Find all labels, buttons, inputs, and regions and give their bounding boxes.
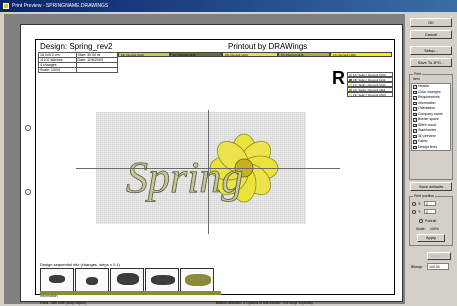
stitch-preview-icon [117, 273, 139, 285]
ok-button[interactable]: OK [410, 18, 452, 27]
item-label: Start/center [418, 128, 437, 132]
item-label: Color changes [418, 89, 441, 94]
scale-label: Scale: [416, 227, 426, 231]
thread-chip: 1D: Duncoli 1131 [170, 52, 222, 57]
orientation-letter: R [332, 68, 345, 88]
sequence-frame [40, 268, 74, 292]
radio-icon[interactable] [412, 210, 416, 214]
sequence-frames [40, 268, 215, 292]
checkbox-icon[interactable]: ✓ [413, 134, 417, 138]
print-frame: Design: Spring_rev2 Printout by DRAWings… [35, 39, 395, 305]
item-label: 3D preview [418, 133, 436, 138]
design-text: Spring [126, 153, 243, 202]
crosshair-vertical [208, 110, 209, 234]
footer-left-text: Extra - see note (hoop object) [40, 301, 87, 305]
save-defaults-button[interactable]: Save defaults [410, 182, 452, 191]
print-group-title: Print [413, 72, 423, 76]
thread-color-strip: 1E: Duncoli 1130 1D: Duncoli 1131 1B: Du… [118, 52, 392, 57]
sequence-label: Design sequential info (changes, steps x… [40, 262, 120, 267]
punch-hole-icon [25, 189, 31, 195]
save-to-jpg-button[interactable]: Save To JPG... [410, 58, 452, 67]
y-label: Y: [418, 210, 422, 214]
sequence-info: Information [40, 294, 58, 298]
checkbox-icon[interactable]: ✓ [413, 112, 417, 116]
x-label: X: [418, 202, 422, 206]
item-checkbox-row[interactable]: ✓ Design lines [412, 145, 450, 151]
info-cell: Scale: 100% [38, 67, 77, 73]
checkbox-icon[interactable]: ✓ [413, 140, 417, 144]
legend-label: 1E: Sulky | Duncoli 1000 [353, 93, 386, 97]
window-title: Print Preview - SPRINGNAME.DRAWINGS [12, 3, 109, 9]
sequence-frame [145, 268, 179, 292]
item-label: Stitch count [418, 122, 437, 127]
sequence-frame [75, 268, 109, 292]
preview-viewport[interactable]: Design: Spring_rev2 Printout by DRAWings… [4, 14, 405, 305]
checkbox-icon[interactable]: ✓ [413, 85, 417, 89]
stitch-preview-icon [49, 275, 65, 283]
punch-hole-icon [25, 125, 31, 131]
checkbox-icon[interactable]: ✓ [413, 96, 417, 100]
sequence-color-bar [40, 291, 221, 295]
bitmap-input[interactable]: 100.00 [427, 263, 449, 270]
bitmap-label: Bitmap: [411, 265, 423, 269]
checkbox-icon[interactable]: ✓ [413, 90, 417, 94]
design-info-table: 18.0x5.0 cm Start: 30.00 st 11102 stitch… [38, 52, 119, 73]
y-position-input[interactable]: 0 [424, 209, 436, 214]
item-label: Fabric [418, 139, 428, 143]
print-position-title: Print position [413, 194, 436, 198]
items-checklist: ✓ Header ✓ Color changes ✓ Requirements ✓ In… [411, 83, 451, 151]
footer-right-text: Bottom direction: 3 Options of this even… [216, 301, 314, 305]
zoom-button[interactable]: Zoom 1:1 [427, 252, 451, 260]
checkbox-icon[interactable]: ✓ [413, 107, 417, 111]
item-label: Border space [418, 117, 439, 121]
thread-chip: 1C: Duncoli 1116 [278, 52, 330, 57]
info-cell [75, 67, 119, 73]
stitch-preview-icon [185, 274, 211, 286]
checkbox-icon[interactable]: ✓ [413, 145, 417, 149]
title-bar: Print Preview - SPRINGNAME.DRAWINGS [0, 0, 457, 12]
printout-title: Printout by DRAWings [228, 42, 308, 51]
design-title: Design: Spring_rev2 [40, 42, 113, 51]
stitch-preview-icon [86, 277, 98, 285]
sequence-frame [110, 268, 144, 292]
item-label: Information [418, 100, 436, 105]
sequence-frame [180, 268, 214, 292]
checkbox-icon[interactable]: ✓ [413, 129, 417, 133]
item-label: Orientation [418, 106, 436, 110]
checkbox-icon[interactable]: ✓ [413, 123, 417, 127]
cancel-button[interactable]: Cancel [410, 30, 452, 39]
scale-value: 100% [430, 227, 439, 231]
setup-button[interactable]: Setup... [410, 46, 452, 55]
legend-row: 1E: Sulky | Duncoli 1000 [347, 92, 393, 97]
portrait-radio-icon[interactable] [419, 219, 423, 223]
radio-icon[interactable] [412, 202, 416, 206]
thread-chip: 1B: Duncoli 1134 [222, 52, 278, 57]
right-panel: OK Cancel Setup... Save To JPG... Print … [407, 14, 455, 304]
stitch-preview-icon [151, 275, 175, 285]
color-legend: 1A: Sulky | Duncoli 1130 1B: Sulky | Dun… [347, 72, 393, 97]
paper-sheet: Design: Spring_rev2 Printout by DRAWings… [20, 24, 403, 305]
items-group-title: Item [413, 77, 420, 81]
swatch-icon [349, 94, 352, 96]
item-label: Header [418, 84, 430, 88]
thread-chip: 1A: Duncoli 1000 [330, 52, 392, 57]
x-position-input[interactable]: 0 [424, 201, 436, 206]
checkbox-icon[interactable]: ✓ [413, 118, 417, 122]
print-preview-window: Print Preview - SPRINGNAME.DRAWINGS Desi… [0, 0, 457, 306]
item-label: Company name [418, 111, 443, 116]
info-row: Scale: 100% [38, 67, 119, 73]
thread-chip: 1E: Duncoli 1130 [118, 52, 170, 57]
item-label: Design lines [418, 144, 438, 149]
item-label: Requirements [418, 95, 440, 99]
portrait-label: Portrait [425, 219, 437, 223]
checkbox-icon[interactable]: ✓ [413, 101, 417, 105]
app-icon [3, 3, 9, 9]
apply-button[interactable]: Apply [417, 234, 445, 242]
